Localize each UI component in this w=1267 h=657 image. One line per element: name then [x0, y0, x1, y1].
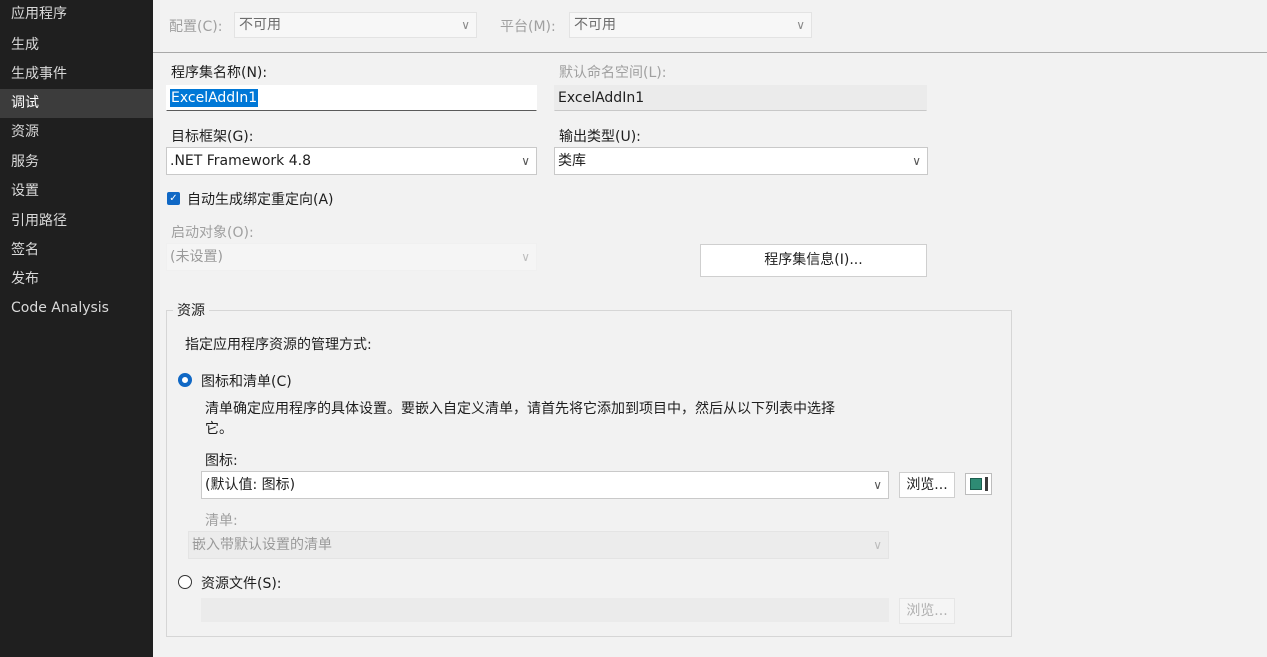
sidebar-item-debug[interactable]: 调试 [0, 89, 153, 118]
assembly-name-value: ExcelAddIn1 [170, 89, 259, 107]
chevron-down-icon: ∨ [461, 18, 470, 32]
target-framework-label: 目标框架(G): [171, 129, 254, 145]
sidebar-item-services[interactable]: 服务 [0, 148, 153, 177]
icon-browse-button[interactable]: 浏览... [899, 472, 955, 498]
configuration-dropdown[interactable]: 不可用 ∨ [234, 12, 477, 38]
startup-object-value: (未设置) [170, 249, 223, 265]
sidebar-item-publish[interactable]: 发布 [0, 265, 153, 294]
manifest-label: 清单: [205, 513, 238, 529]
sidebar-item-build-events[interactable]: 生成事件 [0, 60, 153, 89]
manifest-help-text-continued: 它。 [205, 421, 233, 437]
startup-object-dropdown[interactable]: (未设置) ∨ [166, 243, 537, 271]
chevron-down-icon: ∨ [521, 154, 530, 168]
resource-file-browse-button[interactable]: 浏览... [899, 598, 955, 624]
platform-dropdown[interactable]: 不可用 ∨ [569, 12, 812, 38]
chevron-down-icon: ∨ [912, 154, 921, 168]
manifest-help-text: 清单确定应用程序的具体设置。要嵌入自定义清单，请首先将它添加到项目中，然后从以下… [205, 401, 835, 417]
icon-dropdown[interactable]: (默认值: 图标) ∨ [201, 471, 889, 499]
default-namespace-value: ExcelAddIn1 [558, 90, 645, 106]
target-framework-value: .NET Framework 4.8 [170, 153, 311, 169]
assembly-name-label: 程序集名称(N): [171, 65, 268, 81]
sidebar-item-signing[interactable]: 签名 [0, 236, 153, 265]
resources-description: 指定应用程序资源的管理方式: [185, 337, 372, 353]
platform-value: 不可用 [574, 17, 616, 33]
resource-file-radio[interactable] [178, 575, 192, 589]
chevron-down-icon: ∨ [521, 250, 530, 264]
configuration-label: 配置(C): [169, 19, 223, 35]
output-type-dropdown[interactable]: 类库 ∨ [554, 147, 928, 175]
resource-file-label: 资源文件(S): [201, 576, 282, 592]
sidebar-item-resources[interactable]: 资源 [0, 118, 153, 147]
output-type-label: 输出类型(U): [559, 129, 641, 145]
assembly-information-button[interactable]: 程序集信息(I)... [700, 244, 927, 277]
sidebar-item-reference-paths[interactable]: 引用路径 [0, 207, 153, 236]
properties-panel: 配置(C): 不可用 ∨ 平台(M): 不可用 ∨ 程序集名称(N): Exce… [153, 0, 1267, 657]
chevron-down-icon: ∨ [796, 18, 805, 32]
auto-binding-redirect-label: 自动生成绑定重定向(A) [187, 192, 334, 208]
checkmark-icon: ✓ [169, 193, 178, 204]
sidebar-item-settings[interactable]: 设置 [0, 177, 153, 206]
icon-value: (默认值: 图标) [205, 477, 296, 493]
resources-group-title: 资源 [173, 300, 209, 320]
configuration-value: 不可用 [239, 17, 281, 33]
application-icon-bar [985, 477, 988, 491]
sidebar-item-build[interactable]: 生成 [0, 31, 153, 60]
sidebar: 应用程序 生成 生成事件 调试 资源 服务 设置 引用路径 签名 发布 Code… [0, 0, 153, 657]
default-namespace-input[interactable]: ExcelAddIn1 [554, 85, 927, 111]
assembly-name-input[interactable]: ExcelAddIn1 [166, 85, 537, 111]
chevron-down-icon: ∨ [873, 538, 882, 552]
output-type-value: 类库 [558, 153, 586, 169]
icon-label: 图标: [205, 453, 238, 469]
icon-and-manifest-label: 图标和清单(C) [201, 374, 292, 390]
icon-and-manifest-radio[interactable] [178, 373, 192, 387]
sidebar-item-code-analysis[interactable]: Code Analysis [0, 294, 153, 323]
manifest-dropdown[interactable]: 嵌入带默认设置的清单 ∨ [188, 531, 889, 559]
startup-object-label: 启动对象(O): [171, 225, 254, 241]
icon-preview [965, 473, 992, 495]
application-icon [970, 478, 982, 490]
chevron-down-icon: ∨ [873, 478, 882, 492]
resource-file-input[interactable] [201, 598, 889, 622]
configuration-bar: 配置(C): 不可用 ∨ 平台(M): 不可用 ∨ [153, 0, 1267, 53]
default-namespace-label: 默认命名空间(L): [559, 65, 667, 81]
manifest-value: 嵌入带默认设置的清单 [192, 537, 332, 553]
platform-label: 平台(M): [500, 19, 556, 35]
target-framework-dropdown[interactable]: .NET Framework 4.8 ∨ [166, 147, 537, 175]
sidebar-item-application[interactable]: 应用程序 [0, 0, 153, 29]
auto-binding-redirect-checkbox[interactable]: ✓ [167, 192, 180, 205]
